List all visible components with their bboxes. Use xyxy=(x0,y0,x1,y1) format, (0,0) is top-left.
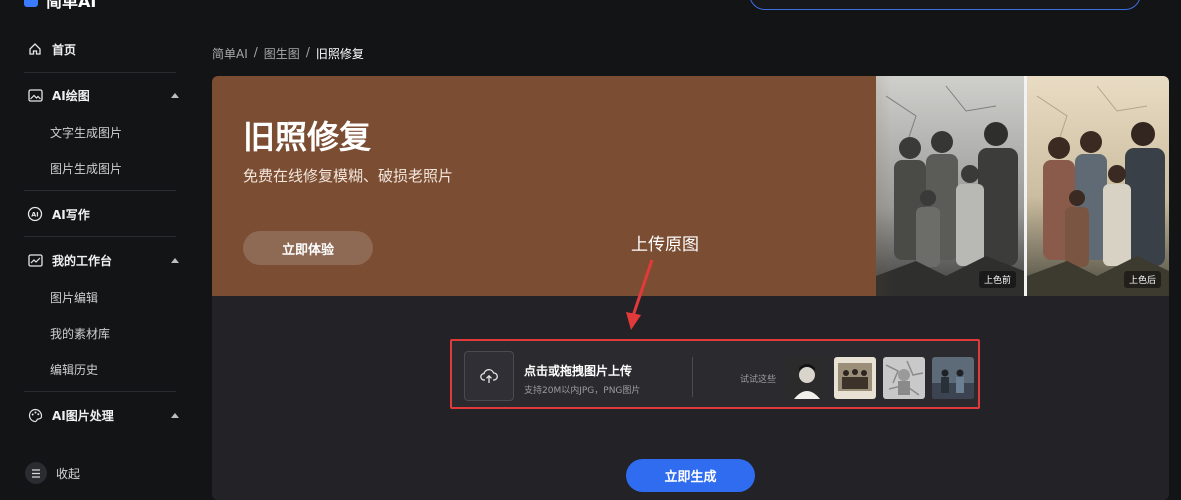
sidebar-item-label: AI写作 xyxy=(52,207,90,222)
sidebar-item-materials[interactable]: 我的素材库 xyxy=(50,325,110,342)
try-now-button[interactable]: 立即体验 xyxy=(243,231,373,265)
upload-title: 点击或拖拽图片上传 xyxy=(524,364,633,378)
sidebar-item-image-edit[interactable]: 图片编辑 xyxy=(50,289,98,306)
breadcrumb-separator: / xyxy=(305,45,310,59)
search-input[interactable] xyxy=(749,0,1141,10)
cloud-upload-icon xyxy=(480,369,498,383)
app-logo[interactable]: 简单AI xyxy=(24,0,96,12)
sidebar-item-ai-image-processing[interactable]: AI图片处理 xyxy=(0,403,190,427)
divider xyxy=(24,391,176,392)
sidebar-item-ai-drawing[interactable]: AI绘图 xyxy=(0,83,190,107)
breadcrumb-item-home[interactable]: 简单AI xyxy=(212,45,248,62)
page-subtitle: 免费在线修复模糊、破损老照片 xyxy=(243,167,454,185)
before-tag: 上色前 xyxy=(978,271,1016,288)
sidebar-item-ai-writing[interactable]: AI AI写作 xyxy=(0,202,190,226)
sidebar-item-workbench[interactable]: 我的工作台 xyxy=(0,248,190,272)
divider xyxy=(24,190,176,191)
logo-mark xyxy=(24,0,38,7)
divider xyxy=(24,72,176,73)
breadcrumb: 简单AI / 图生图 / 旧照修复 xyxy=(212,45,364,62)
hero-banner: 旧照修复 免费在线修复模糊、破损老照片 立即体验 上色前 上色后 xyxy=(212,76,1169,296)
generate-button[interactable]: 立即生成 xyxy=(626,459,755,492)
breadcrumb-separator: / xyxy=(253,45,258,59)
annotation-arrow-icon xyxy=(626,259,654,330)
after-photo: 上色后 xyxy=(1027,76,1169,296)
annotation-label: 上传原图 xyxy=(631,235,699,255)
home-icon xyxy=(27,41,43,57)
breadcrumb-item-current: 旧照修复 xyxy=(315,47,364,61)
divider xyxy=(24,236,176,237)
banner-fade xyxy=(752,76,892,296)
sidebar-item-label: AI绘图 xyxy=(52,88,90,103)
sidebar-item-label: 我的工作台 xyxy=(52,253,113,268)
collapse-button[interactable]: 收起 xyxy=(25,462,80,484)
app-name: 简单AI xyxy=(46,0,97,11)
sidebar: 首页 AI绘图 文字生成图片 图片生成图片 AI AI写作 我的工作台 图片编辑… xyxy=(0,26,190,500)
chevron-up-icon[interactable] xyxy=(171,412,179,418)
main-panel: 旧照修复 免费在线修复模糊、破损老照片 立即体验 上色前 上色后 xyxy=(212,76,1169,500)
sidebar-item-edit-history[interactable]: 编辑历史 xyxy=(50,361,98,378)
divider xyxy=(692,357,693,397)
sample-thumbnail[interactable] xyxy=(883,357,925,399)
svg-text:AI: AI xyxy=(31,211,38,219)
menu-collapse-icon xyxy=(25,462,47,484)
sample-thumbnail[interactable] xyxy=(932,357,974,399)
chevron-up-icon[interactable] xyxy=(171,92,179,98)
sample-thumbnail[interactable] xyxy=(834,357,876,399)
upload-button[interactable] xyxy=(464,351,514,401)
ai-writing-icon: AI xyxy=(27,206,43,222)
sidebar-item-home[interactable]: 首页 xyxy=(0,37,190,61)
sidebar-item-label: 首页 xyxy=(52,42,77,57)
family-photo-color xyxy=(1027,85,1169,296)
compare-slider[interactable] xyxy=(1024,76,1027,296)
sidebar-item-label: AI图片处理 xyxy=(52,408,114,423)
chevron-up-icon[interactable] xyxy=(171,257,179,263)
page-title: 旧照修复 xyxy=(243,118,372,156)
sidebar-item-text-to-image[interactable]: 文字生成图片 xyxy=(50,124,122,141)
upload-hint: 支持20M以内JPG，PNG图片 xyxy=(524,386,641,396)
sidebar-item-image-to-image[interactable]: 图片生成图片 xyxy=(50,160,122,177)
image-icon xyxy=(27,87,43,103)
collapse-label: 收起 xyxy=(56,466,81,481)
sample-label: 试试这些 xyxy=(740,375,777,385)
palette-icon xyxy=(27,407,43,423)
sample-thumbnail[interactable] xyxy=(786,357,828,399)
family-photo-bw xyxy=(876,85,1024,296)
breadcrumb-item-img2img[interactable]: 图生图 xyxy=(264,45,300,62)
after-tag: 上色后 xyxy=(1123,271,1161,288)
chart-line-icon xyxy=(27,252,43,268)
before-photo: 上色前 xyxy=(876,76,1024,296)
upload-area[interactable]: 点击或拖拽图片上传 支持20M以内JPG，PNG图片 试试这些 xyxy=(450,339,980,409)
